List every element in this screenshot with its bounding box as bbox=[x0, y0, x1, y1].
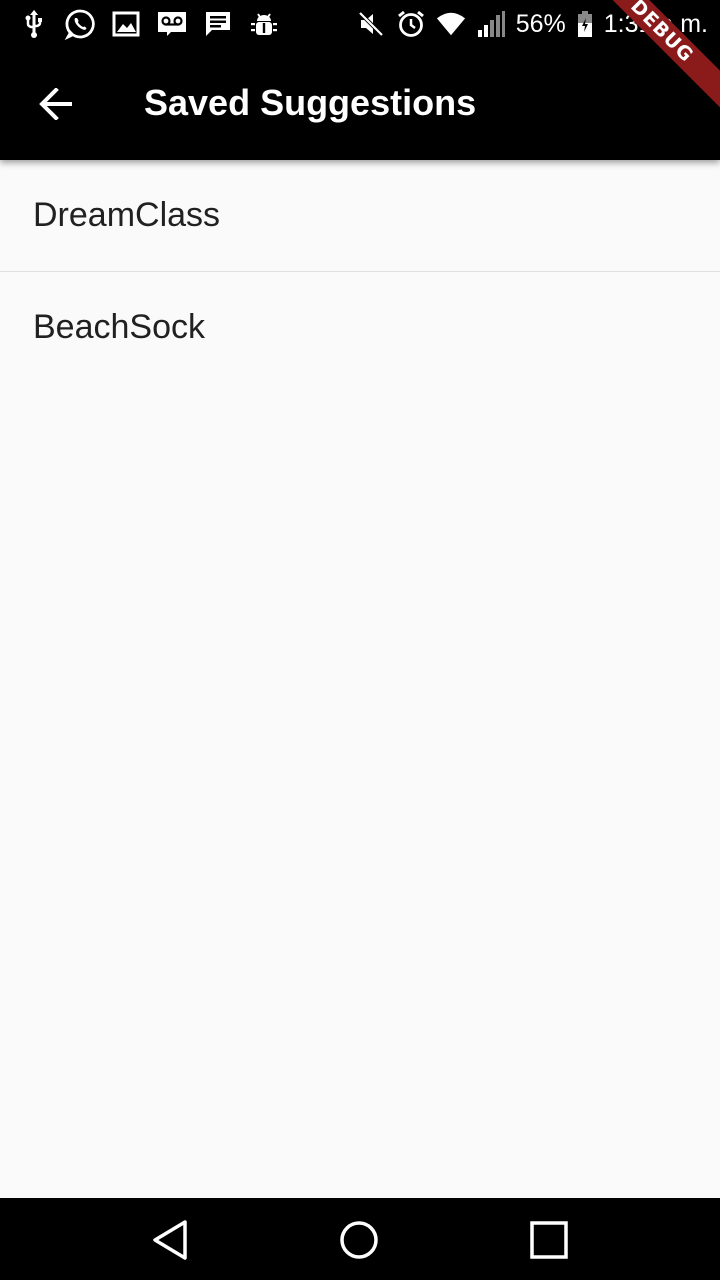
home-circle-icon bbox=[338, 1219, 380, 1261]
navigation-bar bbox=[0, 1198, 720, 1280]
signal-icon bbox=[476, 9, 506, 39]
recents-square-icon bbox=[529, 1220, 569, 1260]
notification-icons bbox=[18, 6, 280, 42]
nav-recents-button[interactable] bbox=[525, 1216, 573, 1264]
alarm-icon bbox=[396, 9, 426, 39]
usb-icon bbox=[18, 8, 50, 40]
status-bar: 56% 1:31 a.m. bbox=[0, 0, 720, 48]
page-title: Saved Suggestions bbox=[144, 82, 477, 123]
list-item[interactable]: DreamClass bbox=[0, 160, 720, 271]
screen: 56% 1:31 a.m. DEBUG Saved Suggestions Dr… bbox=[0, 0, 720, 1280]
arrow-back-icon bbox=[38, 88, 74, 120]
list-item[interactable]: BeachSock bbox=[0, 272, 720, 383]
android-debug-icon bbox=[248, 8, 280, 40]
list-item-label: BeachSock bbox=[33, 308, 205, 346]
saved-suggestions-list: DreamClass BeachSock bbox=[0, 160, 720, 383]
back-button[interactable] bbox=[24, 72, 88, 136]
nav-back-button[interactable] bbox=[146, 1216, 194, 1264]
list-item-label: DreamClass bbox=[33, 196, 221, 234]
whatsapp-icon bbox=[64, 8, 96, 40]
battery-icon bbox=[576, 9, 594, 39]
mute-icon bbox=[356, 9, 386, 39]
back-triangle-icon bbox=[150, 1219, 190, 1261]
image-icon bbox=[110, 8, 142, 40]
voicemail-icon bbox=[156, 8, 188, 40]
app-bar: Saved Suggestions bbox=[0, 48, 720, 160]
wifi-icon bbox=[436, 9, 466, 39]
battery-percent: 56% bbox=[515, 9, 566, 38]
message-icon bbox=[202, 8, 234, 40]
nav-home-button[interactable] bbox=[335, 1216, 383, 1264]
